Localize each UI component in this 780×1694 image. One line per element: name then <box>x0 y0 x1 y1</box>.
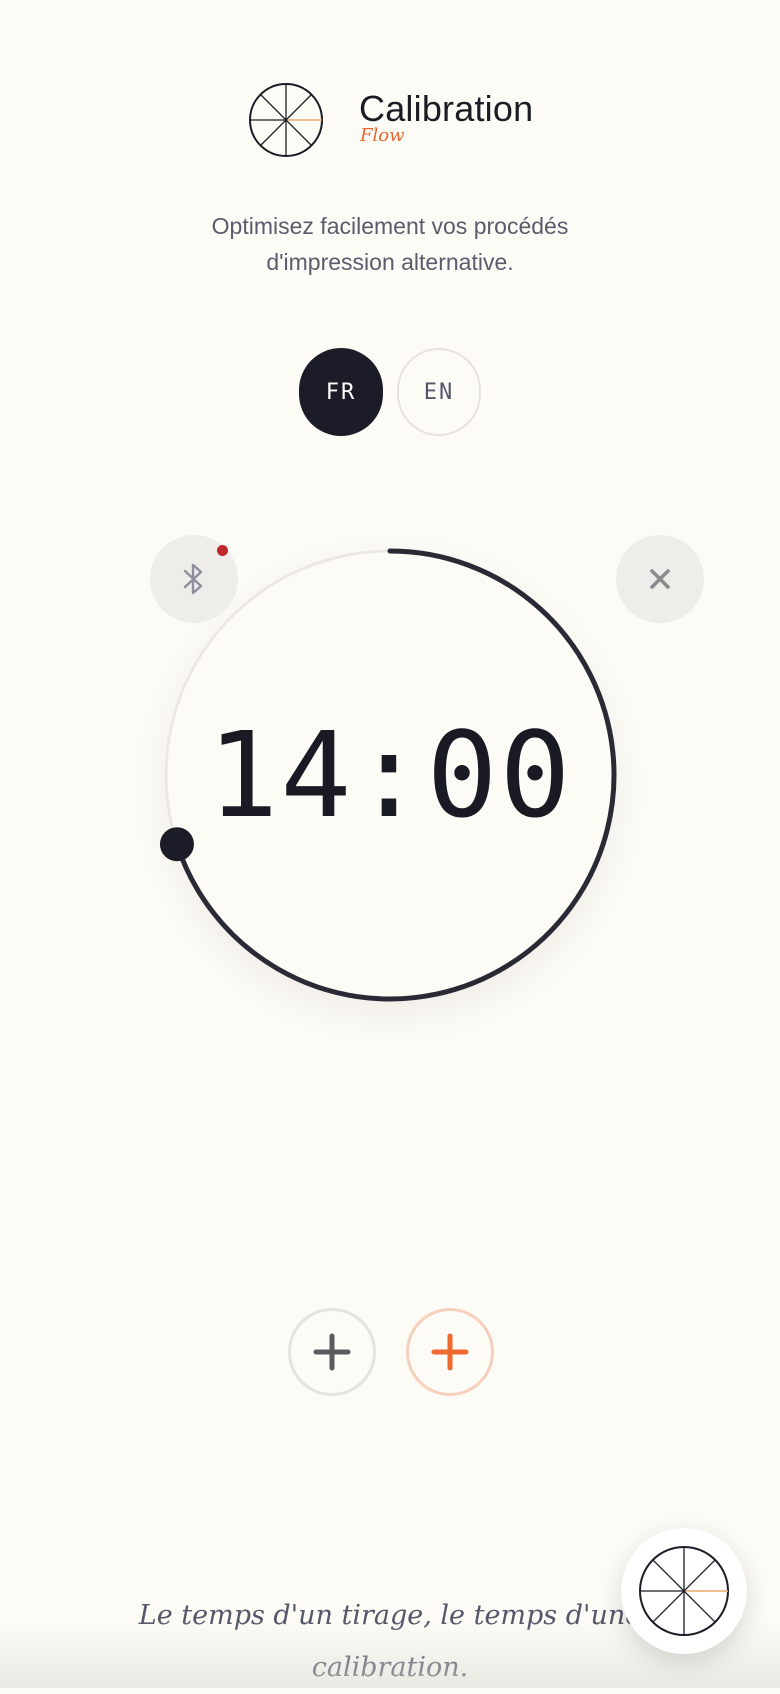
app-subtitle: Flow <box>360 125 405 146</box>
bluetooth-status-dot <box>217 545 228 556</box>
close-icon <box>650 569 670 589</box>
quote-line-1: Le temps d'un tirage, le temps d'une <box>138 1600 642 1631</box>
plus-icon <box>431 1333 469 1371</box>
timer-display: 14:00 <box>207 706 573 844</box>
add-accent-button[interactable] <box>406 1308 494 1396</box>
tagline-line-1: Optimisez facilement vos procédés <box>211 213 569 239</box>
dial-knob <box>159 827 194 862</box>
footer-quote: Le temps d'un tirage, le temps d'une cal… <box>130 1590 650 1694</box>
close-button[interactable] <box>616 535 704 623</box>
language-en-button[interactable]: EN <box>397 348 481 436</box>
quote-line-2: calibration. <box>311 1652 469 1683</box>
add-button[interactable] <box>288 1308 376 1396</box>
tagline-line-2: d'impression alternative. <box>266 249 514 275</box>
logo-icon <box>639 1546 729 1636</box>
tagline: Optimisez facilement vos procédés d'impr… <box>150 208 630 280</box>
language-fr-button[interactable]: FR <box>299 348 383 436</box>
bluetooth-icon <box>183 563 203 595</box>
logo-icon <box>249 83 323 157</box>
plus-icon <box>313 1333 351 1371</box>
floating-logo-button[interactable] <box>621 1528 747 1654</box>
